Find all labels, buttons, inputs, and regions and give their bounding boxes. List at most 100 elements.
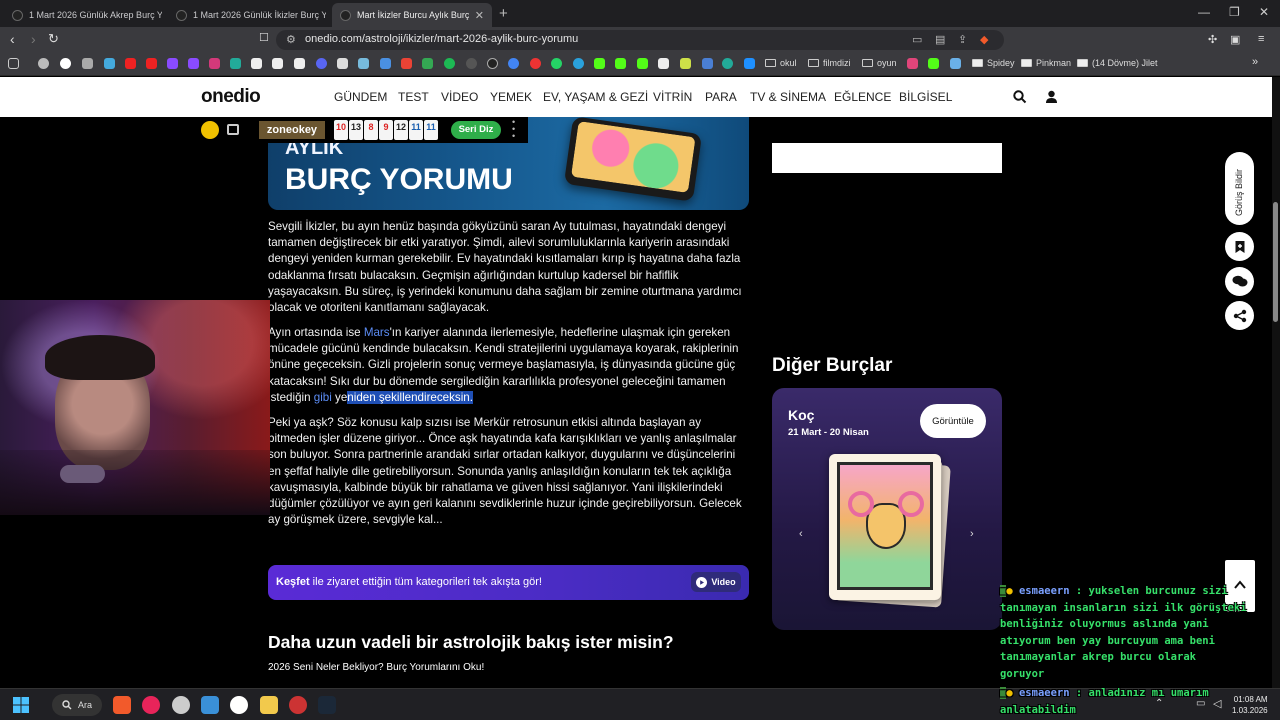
feedback-button[interactable]: Görüş Bildir [1225,152,1254,225]
save-bookmark-button[interactable] [1225,232,1254,261]
share-icon[interactable]: ⇪ [958,33,967,46]
youtube-icon[interactable] [125,58,136,69]
view-button[interactable]: Görüntüle [920,404,986,438]
taskbar-search[interactable]: Ara [52,694,102,716]
nav-test[interactable]: TEST [398,90,429,104]
bookmark-dovme[interactable]: (14 Dövme) Jilet [1077,58,1158,68]
steam-icon[interactable] [318,696,336,714]
cast-icon[interactable]: ▭ [912,33,922,46]
windows-start-icon[interactable] [13,697,29,713]
bookmark-icon[interactable] [337,58,348,69]
reload-icon[interactable]: ↻ [48,31,59,47]
bookmark-icon[interactable] [907,58,918,69]
brave-shield-icon[interactable]: ◆ [980,33,988,46]
spotify-icon[interactable] [444,58,455,69]
new-tab-icon[interactable]: + [499,5,508,22]
nav-tv-sinema[interactable]: TV & SİNEMA [750,90,826,104]
reader-icon[interactable]: ▤ [935,33,945,46]
bookmark-pinkman[interactable]: Pinkman [1021,58,1071,68]
nav-video[interactable]: VİDEO [441,90,478,104]
tiktok-icon[interactable] [272,58,283,69]
scrollbar-thumb[interactable] [1273,202,1278,322]
bookmark-icon[interactable] [530,58,541,69]
kick-icon[interactable] [928,58,939,69]
back-icon[interactable]: ‹ [10,31,15,47]
bookmark-icon[interactable] [658,58,669,69]
photos-icon[interactable] [201,696,219,714]
wallet-icon[interactable]: ▣ [1230,33,1240,46]
bookmark-spidey[interactable]: Spidey [972,58,1015,68]
comments-button[interactable] [1225,267,1254,296]
drive-icon[interactable] [422,58,433,69]
system-clock[interactable]: 01:08 AM 1.03.2026 [1232,694,1268,716]
github-icon[interactable] [487,58,498,69]
bookmark-icon[interactable] [508,58,519,69]
forward-icon[interactable]: › [31,31,36,47]
bookmark-folder-oyun[interactable]: oyun [862,58,897,68]
twitch-icon[interactable] [167,58,178,69]
explore-banner[interactable]: Keşfet ile ziyaret ettiğin tüm kategoril… [268,565,749,600]
media-player-icon[interactable] [142,696,160,714]
bookmark-icon[interactable] [82,58,93,69]
zone-widget-icon[interactable] [227,124,239,135]
site-logo[interactable]: onedio [201,86,261,108]
bookmark-folder-filmdizi[interactable]: filmdizi [808,58,851,68]
restore-icon[interactable]: ❐ [1229,5,1240,19]
gmail-icon[interactable] [401,58,412,69]
bookmark-icon[interactable] [466,58,477,69]
tiktok-icon[interactable] [294,58,305,69]
bookmark-icon[interactable] [104,58,115,69]
volume-icon[interactable]: ◁ [1213,697,1221,710]
browser-tab[interactable]: 1 Mart 2026 Günlük İkizler Burç Yoru [168,3,326,27]
kick-icon[interactable] [615,58,626,69]
search-icon[interactable] [1013,90,1027,104]
google-icon[interactable] [60,58,71,69]
address-bar[interactable]: ⚙ onedio.com/astroloji/ikizler/mart-2026… [276,30,1004,50]
nav-yemek[interactable]: YEMEK [490,90,532,104]
nav-vitrin[interactable]: VİTRİN [653,90,692,104]
menu-icon[interactable]: ≡ [1258,33,1264,45]
youtube-icon[interactable] [146,58,157,69]
nav-bilgisel[interactable]: BİLGİSEL [899,90,952,104]
prev-arrow-icon[interactable]: ‹ [799,528,803,540]
nav-eglence[interactable]: EĞLENCE [834,90,891,104]
bookmark-icon[interactable] [744,58,755,69]
seri-diz-button[interactable]: Seri Diz [451,121,501,139]
share-button[interactable] [1225,301,1254,330]
page-scrollbar[interactable] [1272,77,1280,688]
bookmark-folder-okul[interactable]: okul [765,58,797,68]
whatsapp-icon[interactable] [551,58,562,69]
nav-ev-yasam-gezi[interactable]: EV, YAŞAM & GEZİ [543,90,648,104]
app-icon[interactable] [289,696,307,714]
bookmark-icon[interactable] [702,58,713,69]
next-arrow-icon[interactable]: › [970,528,974,540]
bookmark-icon[interactable] [680,58,691,69]
bookmark-icon[interactable] [230,58,241,69]
app-icon[interactable] [230,696,248,714]
video-button[interactable]: Video [691,572,741,592]
twitch-icon[interactable] [188,58,199,69]
close-window-icon[interactable]: ✕ [1259,5,1269,19]
bookmark-icon[interactable] [722,58,733,69]
nav-gundem[interactable]: GÜNDEM [334,90,387,104]
bookmark-icon[interactable] [380,58,391,69]
instagram-icon[interactable] [209,58,220,69]
extensions-icon[interactable]: ✣ [1208,33,1217,46]
section-subheading[interactable]: 2026 Seni Neler Bekliyor? Burç Yorumları… [268,662,484,673]
nav-para[interactable]: PARA [705,90,737,104]
bookmark-icon[interactable] [38,58,49,69]
bookmark-icon[interactable] [358,58,369,69]
more-options-icon[interactable]: • • • [512,118,515,141]
zone-logo[interactable]: zoneokey [259,121,325,139]
mars-link[interactable]: Mars [364,326,390,339]
gibi-link[interactable]: gibi [314,391,332,404]
bookmark-icon[interactable] [950,58,961,69]
browser-tab[interactable]: 1 Mart 2026 Günlük Akrep Burç Yoru [4,3,162,27]
brave-browser-icon[interactable] [113,696,131,714]
kick-icon[interactable] [637,58,648,69]
bookmark-page-icon[interactable]: ☐ [259,31,269,44]
discord-icon[interactable] [316,58,327,69]
kick-icon[interactable] [594,58,605,69]
more-bookmarks-icon[interactable]: » [1252,56,1258,68]
telegram-icon[interactable] [573,58,584,69]
